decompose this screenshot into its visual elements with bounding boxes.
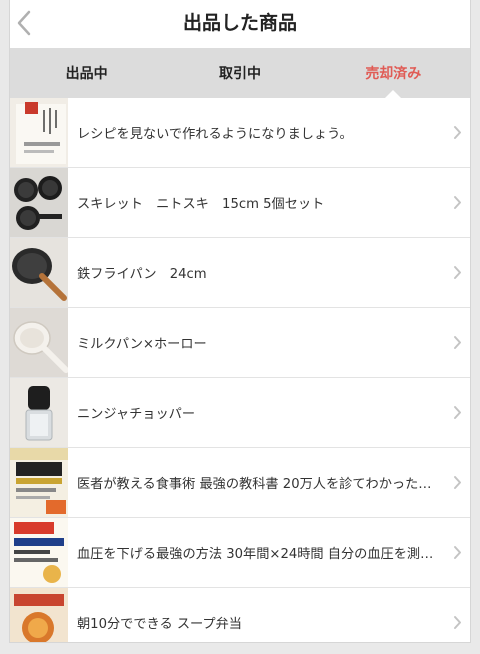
item-title: レシピを見ないで作れるようになりましょう。: [77, 127, 353, 142]
item-thumbnail: [10, 308, 68, 377]
list-item[interactable]: ミルクパン×ホーロー: [10, 308, 470, 378]
item-thumbnail: [10, 448, 68, 517]
item-thumbnail: [10, 98, 68, 167]
tab-in-progress[interactable]: 取引中: [163, 48, 316, 98]
item-thumbnail: [10, 168, 68, 237]
page-title: 出品した商品: [182, 12, 297, 34]
list-item[interactable]: 医者が教える食事術 最強の教科書 20万人を診てわかった医…: [10, 448, 470, 518]
item-list: レシピを見ないで作れるようになりましょう。 スキレット ニトスキ 15cm 5個: [10, 98, 470, 642]
screen: 出品した商品 出品中 取引中 売却済み レシピを見ないで作れるようになりましょう…: [10, 0, 470, 642]
item-thumbnail: [10, 588, 68, 642]
list-item[interactable]: ニンジャチョッパー: [10, 378, 470, 448]
chevron-right-icon: [444, 195, 470, 210]
tab-listing[interactable]: 出品中: [10, 48, 163, 98]
chevron-right-icon: [444, 335, 470, 350]
item-title: スキレット ニトスキ 15cm 5個セット: [77, 197, 325, 212]
item-title: ミルクパン×ホーロー: [77, 337, 207, 352]
item-title: 朝10分でできる スープ弁当: [77, 617, 242, 632]
list-item[interactable]: 朝10分でできる スープ弁当: [10, 588, 470, 642]
tab-bar: 出品中 取引中 売却済み: [10, 48, 470, 98]
chevron-right-icon: [444, 475, 470, 490]
item-thumbnail: [10, 378, 68, 447]
list-item[interactable]: 鉄フライパン 24cm: [10, 238, 470, 308]
list-item[interactable]: レシピを見ないで作れるようになりましょう。: [10, 98, 470, 168]
chevron-right-icon: [444, 125, 470, 140]
chevron-right-icon: [444, 405, 470, 420]
chevron-right-icon: [444, 615, 470, 630]
item-thumbnail: [10, 238, 68, 307]
item-thumbnail: [10, 518, 68, 587]
tab-sold[interactable]: 売却済み: [317, 48, 470, 98]
nav-bar: 出品した商品: [10, 0, 470, 48]
item-title: ニンジャチョッパー: [77, 407, 196, 422]
chevron-right-icon: [444, 545, 470, 560]
list-item[interactable]: スキレット ニトスキ 15cm 5個セット: [10, 168, 470, 238]
chevron-right-icon: [444, 265, 470, 280]
list-item[interactable]: 血圧を下げる最強の方法 30年間×24時間 自分の血圧を測り…: [10, 518, 470, 588]
item-title: 医者が教える食事術 最強の教科書 20万人を診てわかった医…: [77, 477, 444, 492]
item-title: 鉄フライパン 24cm: [77, 267, 207, 282]
item-title: 血圧を下げる最強の方法 30年間×24時間 自分の血圧を測り…: [77, 547, 444, 562]
